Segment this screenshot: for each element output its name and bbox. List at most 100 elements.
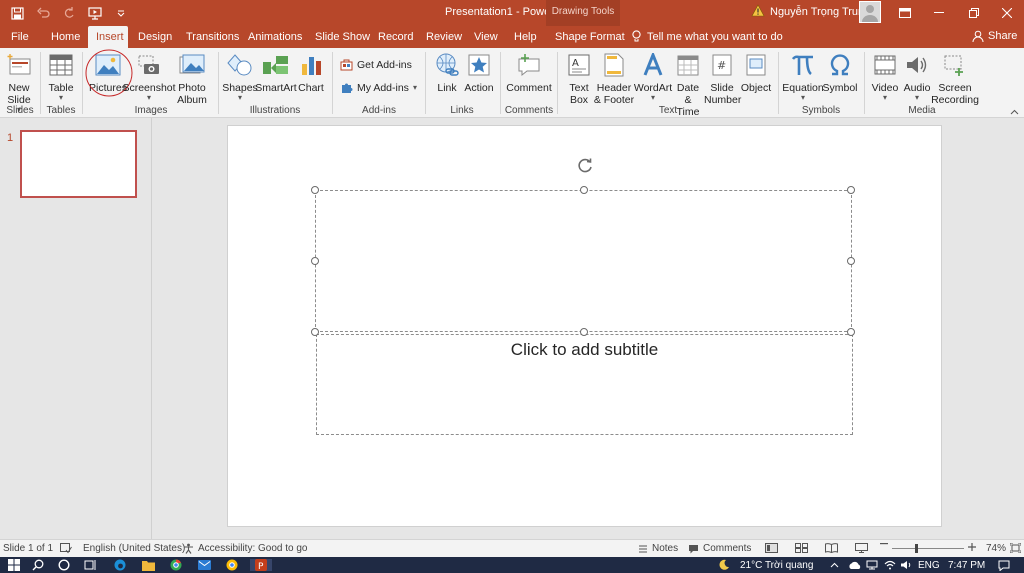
comments-button[interactable]: Comments [688, 543, 751, 554]
tab-animations[interactable]: Animations [248, 26, 302, 48]
smartart-button[interactable]: SmartArt [255, 50, 297, 94]
slide-number-button[interactable]: # Slide Number [704, 50, 741, 106]
slide-show-icon[interactable] [855, 543, 868, 553]
minimize-icon[interactable] [922, 0, 956, 26]
notification-icon[interactable] [998, 559, 1010, 571]
accessibility-checker[interactable]: Accessibility: Good to go [183, 543, 308, 554]
network-icon[interactable] [866, 559, 878, 571]
object-button[interactable]: Object [740, 50, 772, 94]
resize-handle-top[interactable] [580, 186, 588, 194]
screenshot-button[interactable]: Screenshot ▾ [122, 50, 176, 102]
table-button[interactable]: Table ▾ [45, 50, 77, 102]
customize-qat-icon[interactable] [110, 3, 132, 23]
link-button[interactable]: Link [433, 50, 461, 94]
search-icon[interactable] [32, 559, 44, 571]
zoom-out-icon[interactable] [880, 543, 888, 545]
clock-time[interactable]: 7:47 PM [948, 559, 985, 571]
video-button[interactable]: Video ▾ [870, 50, 900, 102]
weather-text[interactable]: 21°C Trời quang [740, 559, 813, 571]
powerpoint-taskbar-icon[interactable]: P [250, 559, 272, 571]
restore-icon[interactable] [957, 0, 991, 26]
ribbon-display-options-icon[interactable] [888, 0, 922, 26]
subtitle-placeholder[interactable]: Click to add subtitle [316, 334, 853, 435]
warning-icon[interactable] [751, 4, 765, 20]
header-footer-button[interactable]: Header & Footer [594, 50, 634, 106]
chart-button[interactable]: Chart [296, 50, 326, 94]
wifi-icon[interactable] [884, 559, 896, 571]
reading-view-icon[interactable] [825, 543, 838, 553]
start-from-beginning-icon[interactable] [84, 3, 106, 23]
zoom-in-icon[interactable] [968, 543, 976, 551]
avatar[interactable] [859, 1, 881, 23]
chrome-profile-icon[interactable] [226, 559, 238, 571]
zoom-level[interactable]: 74% [986, 543, 1006, 554]
undo-icon[interactable] [32, 3, 54, 23]
chrome-icon[interactable] [170, 559, 182, 571]
tab-help[interactable]: Help [514, 26, 537, 48]
tab-shape-format[interactable]: Shape Format [555, 26, 625, 48]
get-addins-button[interactable]: Get Add-ins [340, 58, 412, 71]
edge-icon[interactable] [114, 559, 126, 571]
tab-home[interactable]: Home [51, 26, 80, 48]
my-addins-button[interactable]: My Add-ins ▾ [340, 81, 417, 94]
resize-handle-top-left[interactable] [311, 186, 319, 194]
resize-handle-right[interactable] [847, 257, 855, 265]
tab-design[interactable]: Design [138, 26, 172, 48]
mail-icon[interactable] [198, 559, 211, 571]
tab-view[interactable]: View [474, 26, 498, 48]
input-language[interactable]: ENG [918, 559, 940, 571]
tab-transitions[interactable]: Transitions [186, 26, 239, 48]
zoom-slider[interactable] [892, 548, 964, 549]
weather-moon-icon[interactable] [718, 559, 730, 571]
resize-handle-bottom[interactable] [580, 328, 588, 336]
resize-handle-bottom-right[interactable] [847, 328, 855, 336]
volume-icon[interactable] [900, 559, 912, 571]
resize-handle-top-right[interactable] [847, 186, 855, 194]
collapse-ribbon-icon[interactable] [1010, 106, 1019, 118]
text-box-icon: A [564, 50, 594, 80]
windows-start-icon[interactable] [8, 559, 20, 571]
text-box-button[interactable]: A Text Box [563, 50, 595, 106]
screen-recording-button[interactable]: Screen Recording [930, 50, 980, 106]
normal-view-icon[interactable] [765, 543, 778, 553]
close-icon[interactable] [990, 0, 1024, 26]
user-name[interactable]: Nguyễn Trọng Trung [770, 6, 870, 18]
zoom-slider-thumb[interactable] [915, 544, 918, 553]
rotate-handle-icon[interactable] [576, 157, 594, 178]
object-label: Object [740, 82, 772, 94]
windows-taskbar: P 21°C Trời quang ENG 7:47 PM [0, 557, 1024, 573]
cortana-icon[interactable] [58, 559, 70, 571]
tab-file[interactable]: File [11, 26, 29, 48]
notes-button[interactable]: Notes [638, 543, 678, 554]
tell-me-search[interactable]: Tell me what you want to do [632, 30, 783, 43]
share-button[interactable]: Share [972, 30, 1017, 42]
symbol-button[interactable]: Symbol [822, 50, 858, 94]
title-placeholder[interactable] [315, 190, 852, 332]
photo-album-button[interactable]: Photo Album [172, 50, 212, 106]
audio-button[interactable]: Audio ▾ [902, 50, 932, 102]
tab-insert[interactable]: Insert [88, 26, 128, 48]
shapes-button[interactable]: Shapes ▾ [222, 50, 258, 102]
slide-sorter-icon[interactable] [795, 543, 808, 553]
task-view-icon[interactable] [84, 559, 97, 571]
svg-text:#: # [717, 59, 726, 72]
save-icon[interactable] [6, 3, 28, 23]
action-button[interactable]: Action [463, 50, 495, 94]
slide-thumbnail[interactable] [20, 130, 137, 198]
fit-slide-icon[interactable] [1010, 543, 1021, 553]
resize-handle-left[interactable] [311, 257, 319, 265]
resize-handle-bottom-left[interactable] [311, 328, 319, 336]
svg-text:A: A [572, 58, 579, 69]
onedrive-icon[interactable] [848, 559, 862, 571]
comment-button[interactable]: Comment [505, 50, 553, 94]
language-indicator[interactable]: English (United States) [83, 543, 185, 554]
tab-record[interactable]: Record [378, 26, 413, 48]
tray-chevron-up-icon[interactable] [830, 559, 839, 571]
tab-review[interactable]: Review [426, 26, 462, 48]
spelling-icon[interactable] [60, 543, 72, 554]
equation-button[interactable]: Equation ▾ [782, 50, 824, 102]
file-explorer-icon[interactable] [142, 559, 155, 571]
wordart-button[interactable]: WordArt ▾ [634, 50, 672, 102]
tab-slide-show[interactable]: Slide Show [315, 26, 370, 48]
redo-icon[interactable] [58, 3, 80, 23]
